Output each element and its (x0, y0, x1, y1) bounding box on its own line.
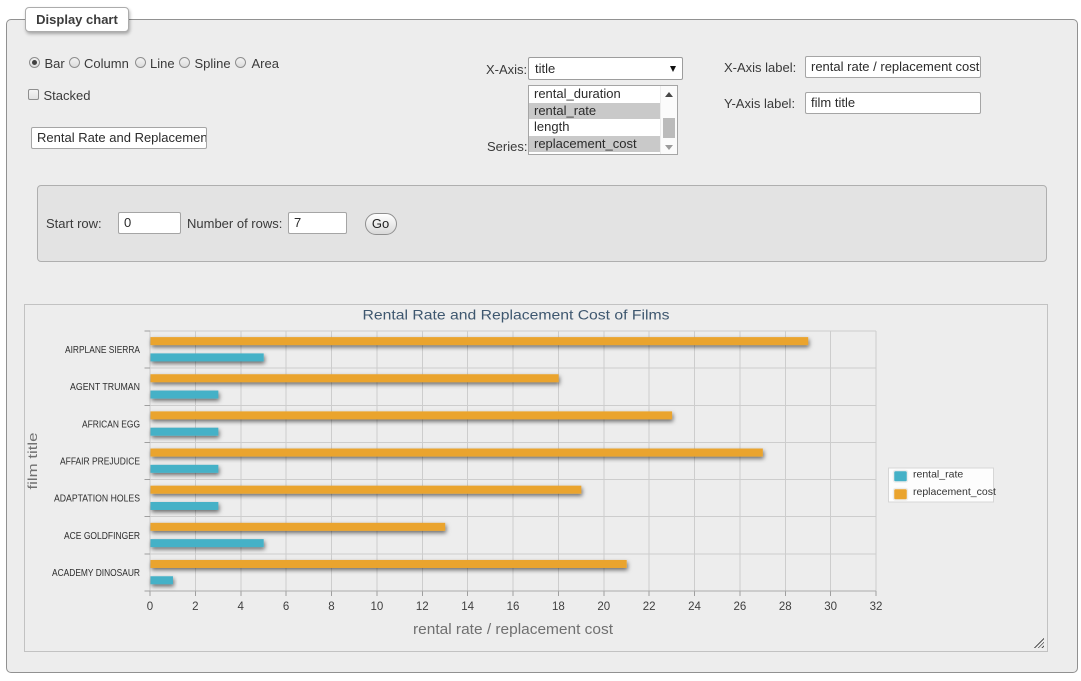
svg-text:replacement_cost: replacement_cost (913, 486, 996, 498)
svg-text:30: 30 (824, 601, 837, 613)
svg-text:8: 8 (328, 601, 334, 613)
svg-text:6: 6 (283, 601, 289, 613)
svg-text:18: 18 (552, 601, 565, 613)
svg-text:16: 16 (507, 601, 520, 613)
svg-text:ACADEMY DINOSAUR: ACADEMY DINOSAUR (52, 568, 140, 579)
svg-text:26: 26 (733, 601, 746, 613)
svg-text:12: 12 (416, 601, 429, 613)
svg-text:2: 2 (192, 601, 198, 613)
svg-text:AIRPLANE SIERRA: AIRPLANE SIERRA (65, 345, 140, 356)
svg-text:AFFAIR PREJUDICE: AFFAIR PREJUDICE (60, 457, 140, 468)
svg-text:ADAPTATION HOLES: ADAPTATION HOLES (54, 494, 140, 505)
svg-text:20: 20 (597, 601, 610, 613)
svg-text:AGENT TRUMAN: AGENT TRUMAN (70, 382, 140, 393)
svg-text:24: 24 (688, 601, 701, 613)
svg-text:film title: film title (25, 433, 40, 490)
svg-text:4: 4 (238, 601, 245, 613)
svg-text:32: 32 (870, 601, 883, 613)
svg-text:rental_rate: rental_rate (913, 469, 963, 481)
svg-text:AFRICAN EGG: AFRICAN EGG (82, 419, 140, 430)
svg-text:14: 14 (461, 601, 474, 613)
svg-text:22: 22 (643, 601, 656, 613)
svg-text:ACE GOLDFINGER: ACE GOLDFINGER (64, 531, 140, 542)
svg-text:rental rate / replacement cost: rental rate / replacement cost (413, 621, 614, 638)
svg-text:28: 28 (779, 601, 792, 613)
svg-text:0: 0 (147, 601, 153, 613)
svg-text:10: 10 (370, 601, 383, 613)
svg-text:Rental Rate and Replacement Co: Rental Rate and Replacement Cost of Film… (363, 307, 670, 323)
